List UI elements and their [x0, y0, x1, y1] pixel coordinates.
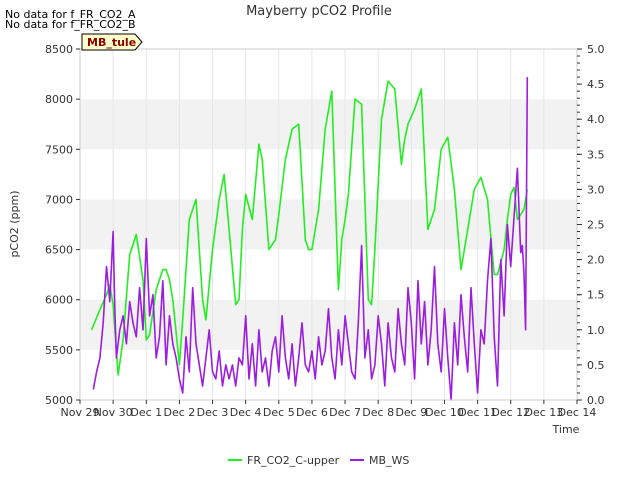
x-tick-label: Dec 5 — [263, 406, 295, 419]
legend-label: MB_WS — [369, 454, 409, 467]
band — [80, 349, 577, 400]
x-tick-label: Dec 4 — [230, 406, 262, 419]
band — [80, 199, 577, 250]
y2-tick-label: 1.0 — [587, 324, 605, 337]
y-tick-label: 7500 — [45, 143, 73, 156]
background-bands — [80, 49, 577, 400]
x-tick-label: Dec 14 — [558, 406, 597, 419]
y-tick-label: 7000 — [45, 193, 73, 206]
x-tick-label: Dec 3 — [197, 406, 229, 419]
y2-tick-label: 0.5 — [587, 359, 605, 372]
x-tick-label: Dec 1 — [130, 406, 162, 419]
legend: FR_CO2_C-upper MB_WS — [228, 454, 409, 467]
y2-tick-label: 2.5 — [587, 219, 605, 232]
y-tick-label: 5500 — [45, 344, 73, 357]
y-tick-label: 8500 — [45, 43, 73, 56]
x-tick-label: Dec 9 — [395, 406, 427, 419]
y-tick-label: 6500 — [45, 244, 73, 257]
x-tick-label: Dec 6 — [296, 406, 328, 419]
y-tick-label: 8000 — [45, 93, 73, 106]
y2-tick-label: 0.0 — [587, 394, 605, 407]
y2-tick-label: 5.0 — [587, 43, 605, 56]
x-tick-label: Dec 2 — [164, 406, 196, 419]
y-axis-right: 0.0 0.5 1.0 1.5 2.0 2.5 3.0 3.5 4.0 4.5 5.0 — [577, 43, 605, 407]
chart-figure: Nov 29Nov 30Dec 1 Dec 2 Dec 3 Dec 4 Dec 5 Dec… — [5, 4, 605, 467]
y2-tick-label: 1.5 — [587, 289, 605, 302]
x-tick-label: Nov 30 — [94, 406, 133, 419]
y-axis-left: 5000 5500 6000 6500 7000 7500 8000 8500 — [45, 43, 80, 407]
y2-tick-label: 2.0 — [587, 254, 605, 267]
y2-tick-label: 3.5 — [587, 148, 605, 161]
x-axis-label: Time — [552, 423, 580, 436]
band — [80, 149, 577, 200]
x-tick-label: Dec 8 — [362, 406, 394, 419]
x-axis: Nov 29Nov 30Dec 1 Dec 2 Dec 3 Dec 4 Dec 5 Dec… — [61, 400, 597, 419]
chart-title: Mayberry pCO2 Profile — [246, 4, 392, 19]
y2-tick-label: 3.0 — [587, 183, 605, 196]
y-axis-label: pCO2 (ppm) — [8, 190, 21, 257]
badge-label: MB_tule — [87, 36, 136, 49]
legend-label: FR_CO2_C-upper — [247, 454, 340, 467]
no-data-note-b: No data for f_FR_CO2_B — [5, 18, 136, 31]
site-badge: MB_tule — [81, 33, 143, 51]
y2-tick-label: 4.5 — [587, 78, 605, 91]
x-tick-label: Dec 7 — [329, 406, 361, 419]
band — [80, 49, 577, 100]
y2-tick-label: 4.0 — [587, 113, 605, 126]
y-tick-label: 6000 — [45, 294, 73, 307]
y-tick-label: 5000 — [45, 394, 73, 407]
